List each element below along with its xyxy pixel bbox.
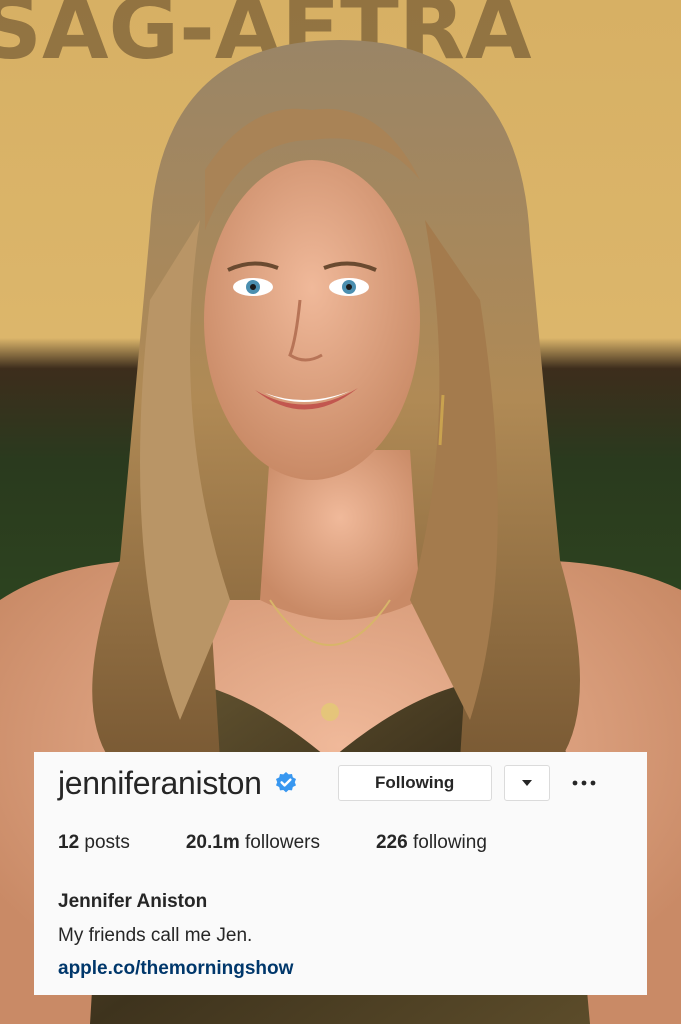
profile-card: jenniferaniston Following 12 posts 20.1m…: [34, 752, 647, 995]
username: jenniferaniston: [58, 765, 262, 801]
profile-stats: 12 posts 20.1m followers 226 following: [58, 832, 487, 854]
profile-header: jenniferaniston Following: [58, 760, 629, 806]
caret-down-icon: [521, 780, 532, 786]
posts-count: 12: [58, 832, 80, 853]
more-options-button[interactable]: [566, 765, 602, 801]
followers-label: followers: [245, 832, 320, 853]
full-name: Jennifer Aniston: [58, 891, 208, 912]
following-stat[interactable]: 226 following: [376, 832, 487, 854]
following-button-label: Following: [374, 773, 455, 792]
suggestions-dropdown-button[interactable]: [503, 765, 550, 801]
more-options-icon: [572, 780, 596, 786]
following-label: following: [412, 832, 487, 853]
following-button[interactable]: Following: [337, 765, 492, 801]
website-link[interactable]: apple.co/themorningshow: [58, 958, 293, 980]
followers-count: 20.1m: [185, 832, 240, 853]
screenshot-stage: SAG-AFTRA jenniferaniston Following 12 p…: [0, 0, 681, 1024]
verified-badge-icon: [274, 771, 298, 795]
posts-stat: 12 posts: [58, 832, 130, 854]
following-count: 226: [375, 832, 408, 853]
posts-label: posts: [84, 832, 130, 853]
followers-stat[interactable]: 20.1m followers: [186, 832, 320, 854]
bio-text: My friends call me Jen.: [58, 925, 253, 946]
